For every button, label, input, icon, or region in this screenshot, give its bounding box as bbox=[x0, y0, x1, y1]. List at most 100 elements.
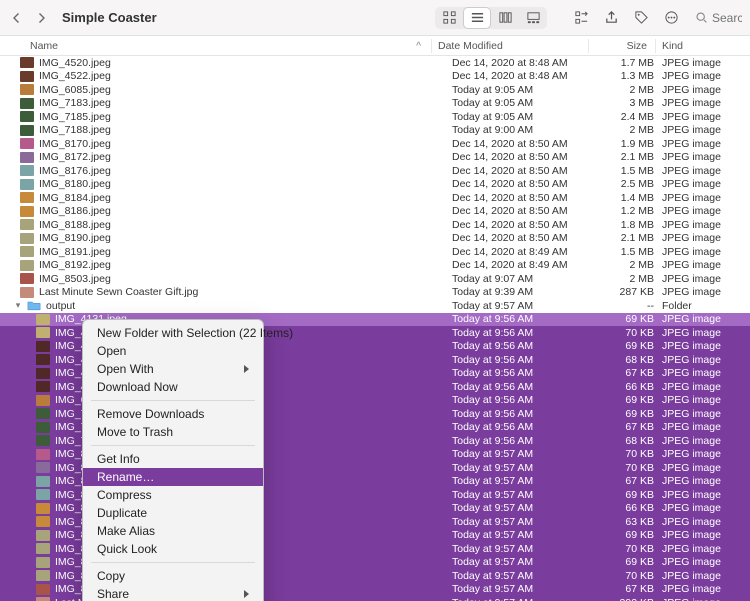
ctx-item-compress[interactable]: Compress bbox=[83, 486, 263, 504]
ctx-item-share[interactable]: Share bbox=[83, 585, 263, 601]
file-row[interactable]: IMG_8188.jpegDec 14, 2020 at 8:50 AM1.8 … bbox=[0, 218, 750, 232]
file-row[interactable]: IMG_8191.jpegDec 14, 2020 at 8:49 AM1.5 … bbox=[0, 245, 750, 259]
file-row[interactable]: IMG_8172.jpegDec 14, 2020 at 8:50 AM2.1 … bbox=[0, 151, 750, 165]
file-name-cell: IMG_8190.jpeg bbox=[14, 232, 452, 244]
size-cell: 67 KB bbox=[602, 421, 662, 433]
size-cell: 68 KB bbox=[602, 435, 662, 447]
context-menu[interactable]: New Folder with Selection (22 Items)Open… bbox=[82, 319, 264, 601]
file-row[interactable]: IMG_8184.jpegDec 14, 2020 at 8:50 AM1.4 … bbox=[0, 191, 750, 205]
list-view-button[interactable] bbox=[464, 8, 490, 28]
folder-row[interactable]: ▾outputToday at 9:57 AM--Folder bbox=[0, 299, 750, 313]
ctx-item-new-folder-with-selection-22-items[interactable]: New Folder with Selection (22 Items) bbox=[83, 324, 263, 342]
column-header-kind[interactable]: Kind bbox=[662, 40, 742, 52]
file-name-cell: IMG_6085.jpeg bbox=[14, 84, 452, 96]
date-modified-cell: Today at 9:57 AM bbox=[452, 475, 602, 487]
ctx-item-duplicate[interactable]: Duplicate bbox=[83, 504, 263, 522]
icon-view-button[interactable] bbox=[436, 8, 462, 28]
ctx-item-copy[interactable]: Copy bbox=[83, 567, 263, 585]
kind-cell: JPEG image bbox=[662, 543, 742, 555]
file-row[interactable]: IMG_8180.jpegDec 14, 2020 at 8:50 AM2.5 … bbox=[0, 178, 750, 192]
kind-cell: JPEG image bbox=[662, 448, 742, 460]
ctx-item-quick-look[interactable]: Quick Look bbox=[83, 540, 263, 558]
column-header-name[interactable]: Name ^ bbox=[30, 40, 431, 52]
file-name-label: IMG_8184.jpeg bbox=[39, 192, 111, 204]
kind-cell: JPEG image bbox=[662, 273, 742, 285]
file-thumbnail-icon bbox=[20, 287, 34, 298]
size-cell: 67 KB bbox=[602, 367, 662, 379]
file-row[interactable]: IMG_8503.jpegToday at 9:07 AM2 MBJPEG im… bbox=[0, 272, 750, 286]
grid-icon bbox=[442, 10, 457, 25]
file-thumbnail-icon bbox=[20, 111, 34, 122]
group-by-button[interactable] bbox=[569, 7, 593, 29]
date-modified-cell: Today at 9:56 AM bbox=[452, 394, 602, 406]
folder-icon bbox=[27, 300, 41, 311]
ctx-item-rename[interactable]: Rename… bbox=[83, 468, 263, 486]
file-name-label: output bbox=[46, 300, 75, 312]
size-cell: 2.5 MB bbox=[602, 178, 662, 190]
ctx-item-make-alias[interactable]: Make Alias bbox=[83, 522, 263, 540]
file-name-cell: IMG_8191.jpeg bbox=[14, 246, 452, 258]
actions-button[interactable] bbox=[659, 7, 683, 29]
file-name-label: IMG_7188.jpeg bbox=[39, 124, 111, 136]
file-row[interactable]: IMG_4520.jpegDec 14, 2020 at 8:48 AM1.7 … bbox=[0, 56, 750, 70]
file-row[interactable]: IMG_7188.jpegToday at 9:00 AM2 MBJPEG im… bbox=[0, 124, 750, 138]
share-button[interactable] bbox=[599, 7, 623, 29]
file-row[interactable]: IMG_8170.jpegDec 14, 2020 at 8:50 AM1.9 … bbox=[0, 137, 750, 151]
file-row[interactable]: IMG_4522.jpegDec 14, 2020 at 8:48 AM1.3 … bbox=[0, 70, 750, 84]
date-modified-cell: Today at 9:57 AM bbox=[452, 300, 602, 312]
date-modified-cell: Today at 9:56 AM bbox=[452, 340, 602, 352]
ctx-item-move-to-trash[interactable]: Move to Trash bbox=[83, 423, 263, 441]
ctx-item-open-with[interactable]: Open With bbox=[83, 360, 263, 378]
file-row[interactable]: IMG_8176.jpegDec 14, 2020 at 8:50 AM1.5 … bbox=[0, 164, 750, 178]
file-name-label: IMG_8503.jpeg bbox=[39, 273, 111, 285]
gallery-view-button[interactable] bbox=[520, 8, 546, 28]
column-view-button[interactable] bbox=[492, 8, 518, 28]
file-thumbnail-icon bbox=[36, 516, 50, 527]
file-row[interactable]: IMG_7185.jpegToday at 9:05 AM2.4 MBJPEG … bbox=[0, 110, 750, 124]
kind-cell: JPEG image bbox=[662, 583, 742, 595]
column-header-modified[interactable]: Date Modified bbox=[438, 40, 588, 52]
date-modified-cell: Today at 9:57 AM bbox=[452, 597, 602, 601]
nav-forward-button[interactable] bbox=[32, 9, 50, 27]
date-modified-cell: Today at 9:07 AM bbox=[452, 273, 602, 285]
file-thumbnail-icon bbox=[20, 219, 34, 230]
file-row[interactable]: IMG_6085.jpegToday at 9:05 AM2 MBJPEG im… bbox=[0, 83, 750, 97]
file-row[interactable]: IMG_7183.jpegToday at 9:05 AM3 MBJPEG im… bbox=[0, 97, 750, 111]
file-row[interactable]: Last Minute Sewn Coaster Gift.jpgToday a… bbox=[0, 286, 750, 300]
nav-back-button[interactable] bbox=[8, 9, 26, 27]
list-icon bbox=[470, 10, 485, 25]
file-row[interactable]: IMG_8192.jpegDec 14, 2020 at 8:49 AM2 MB… bbox=[0, 259, 750, 273]
date-modified-cell: Dec 14, 2020 at 8:49 AM bbox=[452, 259, 602, 271]
column-header-row: Name ^ Date Modified Size Kind bbox=[0, 36, 750, 56]
search-field[interactable] bbox=[695, 11, 742, 25]
file-thumbnail-icon bbox=[36, 395, 50, 406]
tags-button[interactable] bbox=[629, 7, 653, 29]
size-cell: 67 KB bbox=[602, 475, 662, 487]
file-name-cell: IMG_8184.jpeg bbox=[14, 192, 452, 204]
file-name-label: IMG_8190.jpeg bbox=[39, 232, 111, 244]
file-name-cell: ▾ output bbox=[14, 300, 452, 312]
column-header-size[interactable]: Size bbox=[595, 40, 655, 52]
ctx-item-open[interactable]: Open bbox=[83, 342, 263, 360]
disclosure-triangle-icon[interactable]: ▾ bbox=[14, 300, 22, 311]
ctx-separator bbox=[91, 562, 255, 563]
file-thumbnail-icon bbox=[36, 327, 50, 338]
kind-cell: JPEG image bbox=[662, 597, 742, 601]
kind-cell: JPEG image bbox=[662, 259, 742, 271]
ctx-item-download-now[interactable]: Download Now bbox=[83, 378, 263, 396]
date-modified-cell: Today at 9:57 AM bbox=[452, 462, 602, 474]
search-icon bbox=[695, 11, 708, 24]
ctx-item-get-info[interactable]: Get Info bbox=[83, 450, 263, 468]
file-row[interactable]: IMG_8186.jpegDec 14, 2020 at 8:50 AM1.2 … bbox=[0, 205, 750, 219]
search-input[interactable] bbox=[712, 11, 742, 25]
size-cell: -- bbox=[602, 300, 662, 312]
file-row[interactable]: IMG_8190.jpegDec 14, 2020 at 8:50 AM2.1 … bbox=[0, 232, 750, 246]
file-thumbnail-icon bbox=[36, 435, 50, 446]
ctx-item-remove-downloads[interactable]: Remove Downloads bbox=[83, 405, 263, 423]
date-modified-cell: Today at 9:56 AM bbox=[452, 313, 602, 325]
file-thumbnail-icon bbox=[20, 165, 34, 176]
size-cell: 2.1 MB bbox=[602, 232, 662, 244]
date-modified-cell: Dec 14, 2020 at 8:50 AM bbox=[452, 178, 602, 190]
date-modified-cell: Today at 9:57 AM bbox=[452, 448, 602, 460]
kind-cell: JPEG image bbox=[662, 394, 742, 406]
